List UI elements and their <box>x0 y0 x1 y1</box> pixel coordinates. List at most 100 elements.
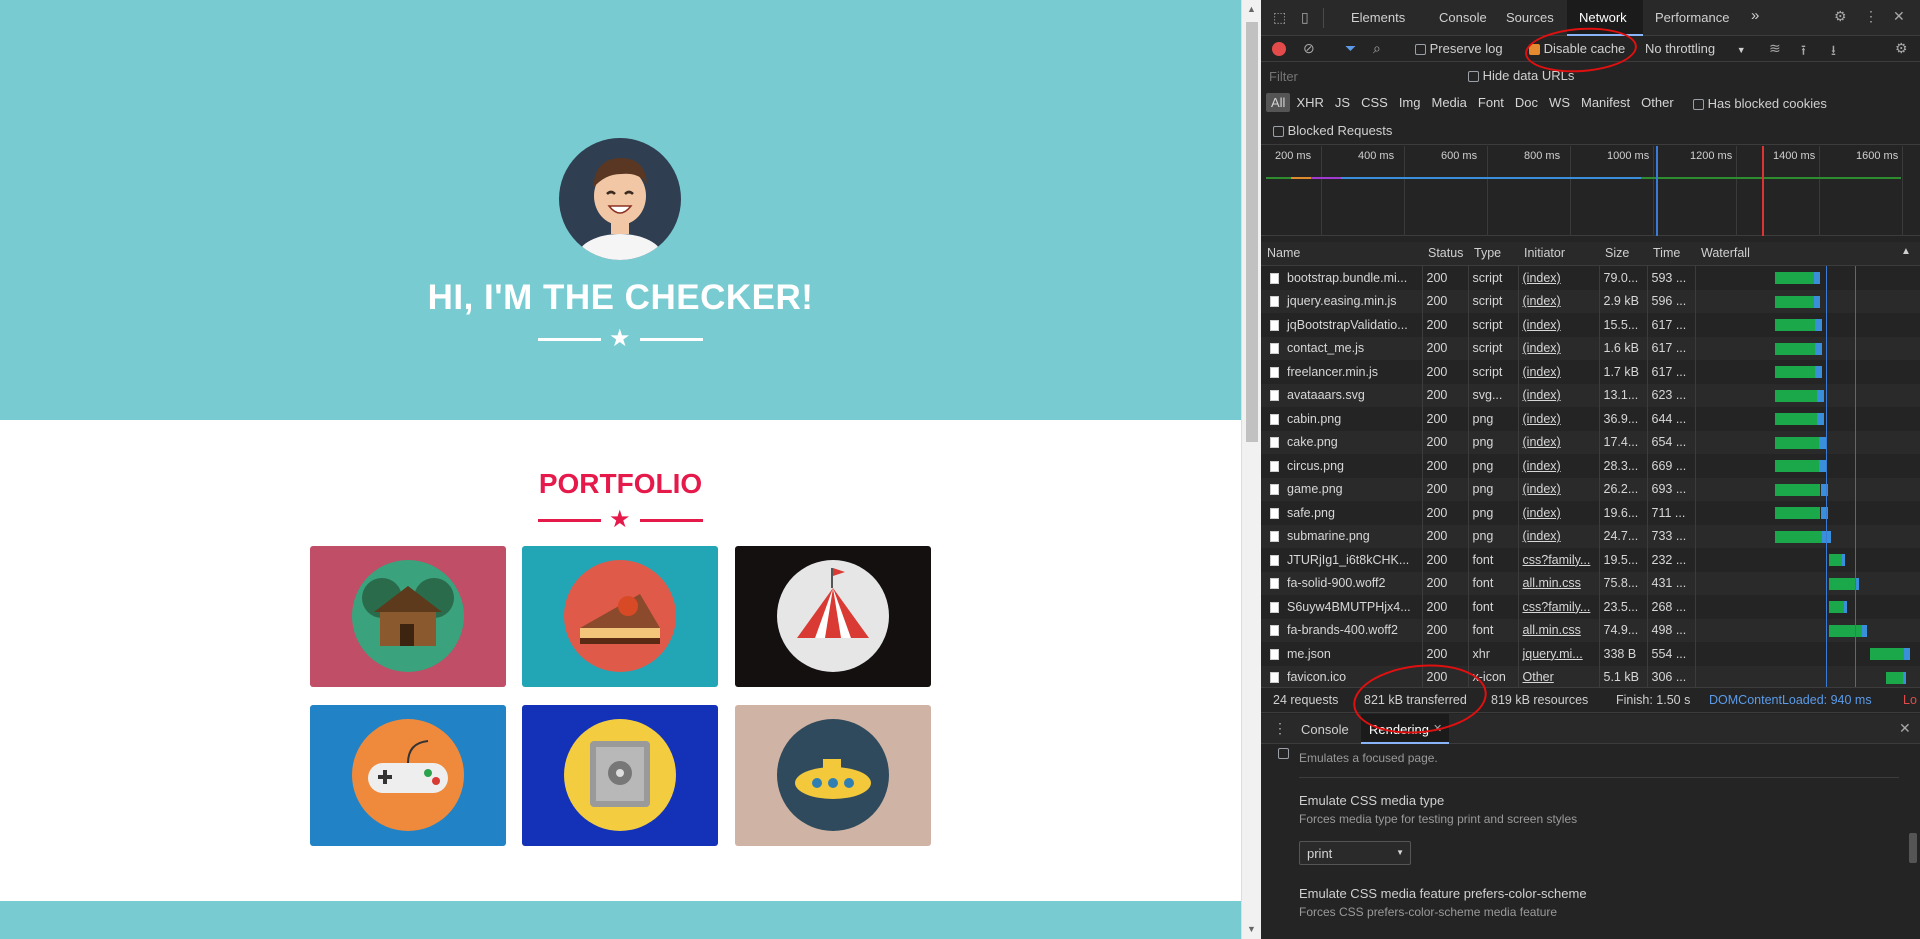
network-conditions-icon[interactable]: ≋ <box>1769 40 1781 57</box>
export-har-icon[interactable]: ⭳ <box>1831 40 1836 64</box>
request-initiator[interactable]: all.min.css <box>1518 571 1600 595</box>
type-filter-media[interactable]: Media <box>1431 95 1466 110</box>
type-filter-font[interactable]: Font <box>1478 95 1504 110</box>
tab-network[interactable]: Network <box>1579 10 1627 25</box>
request-row[interactable]: cake.png 200 png (index) 17.4... 654 ... <box>1261 430 1920 454</box>
request-name[interactable]: bootstrap.bundle.mi... <box>1287 271 1407 285</box>
portfolio-item-safe[interactable] <box>522 705 718 846</box>
settings-gear-icon[interactable]: ⚙ <box>1834 8 1847 25</box>
request-name[interactable]: me.json <box>1287 647 1331 661</box>
device-toolbar-icon[interactable]: ▯ <box>1301 9 1309 26</box>
type-filter-xhr[interactable]: XHR <box>1296 95 1323 110</box>
request-name[interactable]: JTURjIg1_i6t8kCHK... <box>1287 553 1409 567</box>
type-filter-css[interactable]: CSS <box>1361 95 1388 110</box>
request-initiator[interactable]: all.min.css <box>1518 618 1600 642</box>
portfolio-item-submarine[interactable] <box>735 705 931 846</box>
request-row[interactable]: cabin.png 200 png (index) 36.9... 644 ... <box>1261 407 1920 431</box>
request-row[interactable]: circus.png 200 png (index) 28.3... 669 ... <box>1261 454 1920 478</box>
record-icon[interactable] <box>1272 42 1286 56</box>
timeline-overview[interactable]: 200 ms 400 ms 600 ms 800 ms 1000 ms 1200 ms 14… <box>1261 146 1920 236</box>
request-row[interactable]: me.json 200 xhr jquery.mi... 338 B 554 ... <box>1261 642 1920 666</box>
tab-performance[interactable]: Performance <box>1655 10 1729 25</box>
more-tabs-icon[interactable]: » <box>1751 7 1759 24</box>
portfolio-item-cabin[interactable] <box>310 546 506 687</box>
type-filter-img[interactable]: Img <box>1399 95 1421 110</box>
close-icon[interactable]: ✕ <box>1893 8 1905 25</box>
request-row[interactable]: fa-solid-900.woff2 200 font all.min.css 75.8… <box>1261 571 1920 595</box>
col-size[interactable]: Size <box>1605 246 1629 260</box>
request-row[interactable]: S6uyw4BMUTPHjx4... 200 font css?family... 23… <box>1261 595 1920 619</box>
request-name[interactable]: fa-brands-400.woff2 <box>1287 623 1398 637</box>
portfolio-item-game[interactable] <box>310 705 506 846</box>
col-type[interactable]: Type <box>1474 246 1501 260</box>
import-har-icon[interactable]: ⭱ <box>1801 40 1806 64</box>
request-row[interactable]: submarine.png 200 png (index) 24.7... 733 ... <box>1261 524 1920 548</box>
request-name[interactable]: favicon.ico <box>1287 670 1346 684</box>
type-filter-all[interactable]: All <box>1266 93 1291 112</box>
request-name[interactable]: fa-solid-900.woff2 <box>1287 576 1385 590</box>
request-initiator[interactable]: (index) <box>1518 360 1600 384</box>
request-row[interactable]: JTURjIg1_i6t8kCHK... 200 font css?family...… <box>1261 548 1920 572</box>
type-filter-doc[interactable]: Doc <box>1515 95 1538 110</box>
clear-icon[interactable]: ⊘ <box>1303 40 1315 57</box>
request-row[interactable]: freelancer.min.js 200 script (index) 1.7 kB 6… <box>1261 360 1920 384</box>
request-initiator[interactable]: (index) <box>1518 454 1600 478</box>
request-name[interactable]: avataaars.svg <box>1287 388 1365 402</box>
request-initiator[interactable]: (index) <box>1518 289 1600 313</box>
inspect-element-icon[interactable]: ⬚ <box>1273 9 1286 26</box>
type-filter-manifest[interactable]: Manifest <box>1581 95 1630 110</box>
col-time[interactable]: Time <box>1653 246 1680 260</box>
media-type-select[interactable]: print ▼ <box>1299 841 1411 865</box>
request-initiator[interactable]: (index) <box>1518 407 1600 431</box>
request-name[interactable]: freelancer.min.js <box>1287 365 1378 379</box>
request-initiator[interactable]: css?family... <box>1518 595 1600 619</box>
col-name[interactable]: Name <box>1267 246 1300 260</box>
portfolio-item-circus[interactable] <box>735 546 931 687</box>
request-initiator[interactable]: Other <box>1518 665 1600 687</box>
network-settings-icon[interactable]: ⚙ <box>1895 40 1908 57</box>
request-name[interactable]: circus.png <box>1287 459 1344 473</box>
request-row[interactable]: bootstrap.bundle.mi... 200 script (index) 79… <box>1261 266 1920 290</box>
request-name[interactable]: cake.png <box>1287 435 1338 449</box>
request-row[interactable]: game.png 200 png (index) 26.2... 693 ... <box>1261 477 1920 501</box>
col-status[interactable]: Status <box>1428 246 1463 260</box>
tab-console[interactable]: Console <box>1439 10 1487 25</box>
request-initiator[interactable]: (index) <box>1518 477 1600 501</box>
request-initiator[interactable]: (index) <box>1518 383 1600 407</box>
request-initiator[interactable]: jquery.mi... <box>1518 642 1600 666</box>
search-icon[interactable]: ⌕ <box>1373 40 1381 57</box>
col-waterfall[interactable]: Waterfall <box>1701 246 1750 260</box>
type-filter-ws[interactable]: WS <box>1549 95 1570 110</box>
request-row[interactable]: fa-brands-400.woff2 200 font all.min.css 74.… <box>1261 618 1920 642</box>
request-initiator[interactable]: (index) <box>1518 313 1600 337</box>
throttling-select[interactable]: No throttling ▼ <box>1645 41 1746 56</box>
request-name[interactable]: jqBootstrapValidatio... <box>1287 318 1408 332</box>
drawer-menu-icon[interactable]: ⋮ <box>1273 720 1287 737</box>
request-initiator[interactable]: (index) <box>1518 524 1600 548</box>
type-filter-js[interactable]: JS <box>1335 95 1350 110</box>
request-name[interactable]: game.png <box>1287 482 1343 496</box>
request-row[interactable]: jqBootstrapValidatio... 200 script (index) 1… <box>1261 313 1920 337</box>
request-row[interactable]: avataaars.svg 200 svg... (index) 13.1... 623 … <box>1261 383 1920 407</box>
request-initiator[interactable]: (index) <box>1518 430 1600 454</box>
request-row[interactable]: safe.png 200 png (index) 19.6... 711 ... <box>1261 501 1920 525</box>
drawer-scrollbar[interactable] <box>1909 833 1917 863</box>
request-initiator[interactable]: css?family... <box>1518 548 1600 572</box>
has-blocked-cookies-checkbox[interactable]: Has blocked cookies <box>1693 96 1827 111</box>
filter-input[interactable] <box>1269 66 1439 86</box>
col-initiator[interactable]: Initiator <box>1524 246 1565 260</box>
request-row[interactable]: jquery.easing.min.js 200 script (index) 2.9 … <box>1261 289 1920 313</box>
request-initiator[interactable]: (index) <box>1518 266 1600 290</box>
filter-icon[interactable]: ⏷ <box>1345 40 1356 57</box>
request-initiator[interactable]: (index) <box>1518 501 1600 525</box>
portfolio-item-cake[interactable] <box>522 546 718 687</box>
request-row[interactable]: contact_me.js 200 script (index) 1.6 kB 617 .… <box>1261 336 1920 360</box>
request-name[interactable]: contact_me.js <box>1287 341 1364 355</box>
drawer-close-icon[interactable]: ✕ <box>1899 720 1911 737</box>
preserve-log-checkbox[interactable]: Preserve log <box>1415 41 1503 56</box>
scroll-up-icon[interactable]: ▲ <box>1247 4 1256 14</box>
request-name[interactable]: cabin.png <box>1287 412 1341 426</box>
request-name[interactable]: safe.png <box>1287 506 1335 520</box>
request-row[interactable]: favicon.ico 200 x-icon Other 5.1 kB 306 ... <box>1261 665 1920 687</box>
tab-sources[interactable]: Sources <box>1506 10 1554 25</box>
